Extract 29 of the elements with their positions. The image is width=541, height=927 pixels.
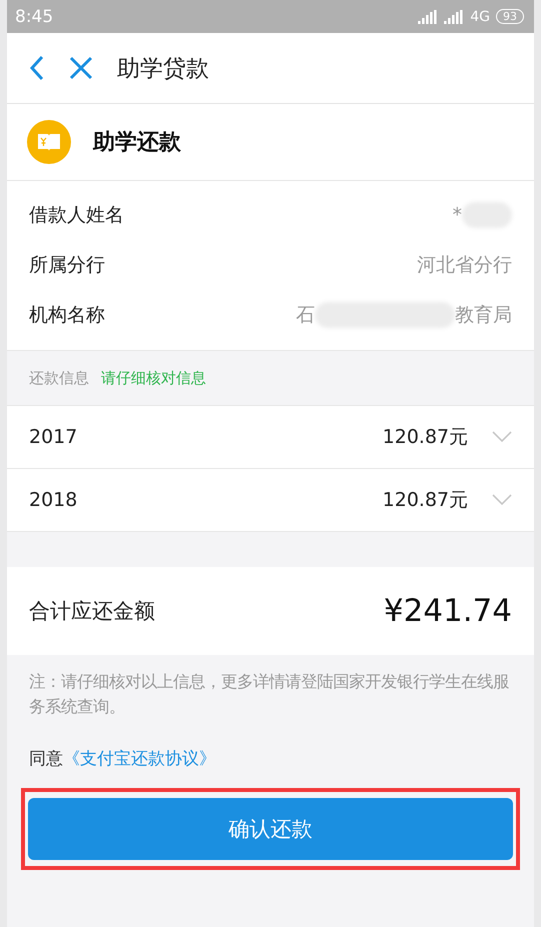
repayment-amount: 120.87元 [382,425,468,450]
field-value: 河北省分行 [417,253,512,278]
agreement-link[interactable]: 《支付宝还款协议》 [63,749,216,769]
section-hint: 请仔细核对信息 [101,368,206,388]
signal-icon [418,10,438,24]
agree-text: 同意 [29,749,63,769]
battery-level: 93 [496,9,524,24]
total-label: 合计应还金额 [29,598,155,625]
field-label: 所属分行 [29,253,105,278]
network-type: 4G [470,8,490,24]
status-time: 8:45 [15,6,54,26]
total-amount: ¥241.74 [384,593,512,629]
close-icon[interactable] [69,56,93,80]
note-text: 注：请仔细核对以上信息，更多详情请登陆国家开发银行学生在线服务系统查询。 [28,671,510,718]
field-label: 机构名称 [29,303,105,328]
section-label: 还款信息 [29,368,89,388]
repayment-year: 2017 [29,426,78,448]
field-value: * [452,204,462,226]
card-title: 助学还款 [93,129,181,157]
book-icon [27,120,71,164]
field-value: 教育局 [455,303,512,328]
back-icon[interactable] [29,55,45,81]
signal-icon [444,10,464,24]
page-title: 助学贷款 [117,54,209,84]
field-value: 石 [296,303,315,328]
repayment-year: 2018 [29,489,78,511]
repayment-amount: 120.87元 [382,488,468,513]
confirm-button[interactable]: 确认还款 [28,798,513,860]
field-label: 借款人姓名 [29,203,124,228]
